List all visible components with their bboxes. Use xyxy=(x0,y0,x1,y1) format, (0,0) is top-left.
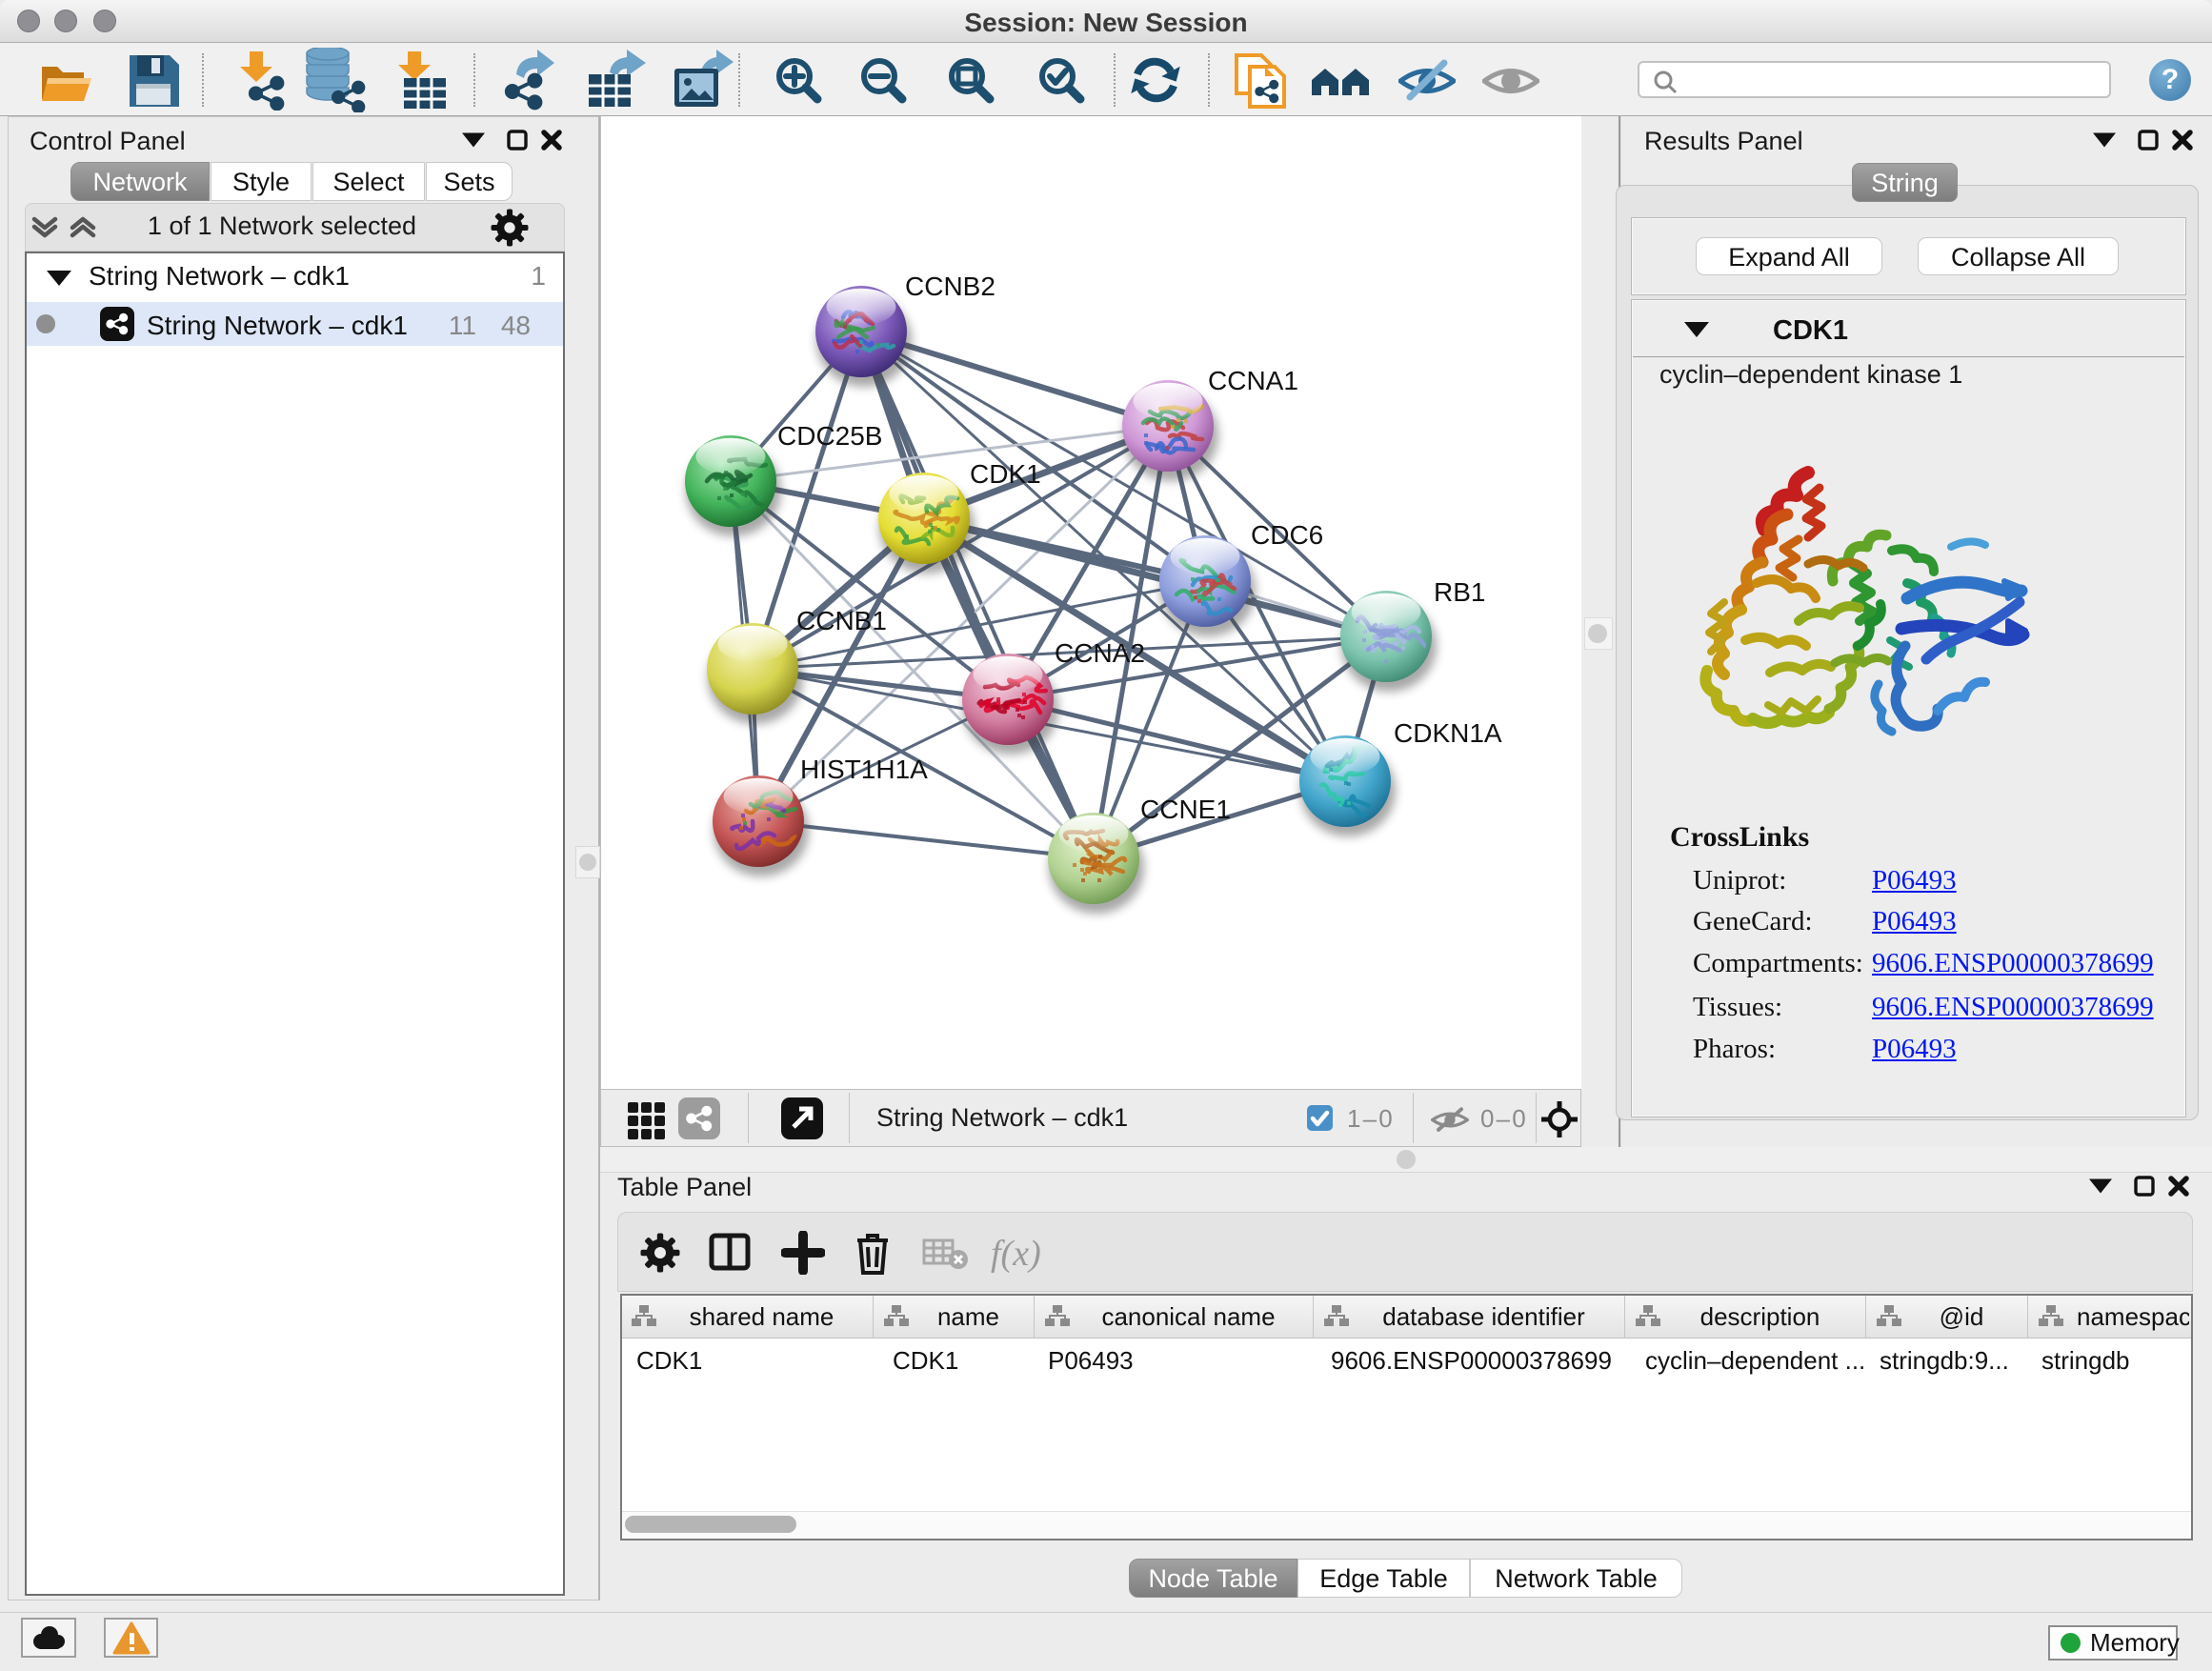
svg-text:CDC6: CDC6 xyxy=(1251,520,1323,550)
svg-text:HIST1H1A: HIST1H1A xyxy=(800,755,928,784)
svg-text:RB1: RB1 xyxy=(1434,577,1485,607)
svg-text:CCNA2: CCNA2 xyxy=(1055,638,1145,668)
svg-text:CCNA1: CCNA1 xyxy=(1208,366,1298,395)
svg-text:CCNB1: CCNB1 xyxy=(796,606,887,635)
svg-text:CDKN1A: CDKN1A xyxy=(1394,718,1502,748)
svg-text:CCNE1: CCNE1 xyxy=(1140,795,1231,824)
svg-text:CCNB2: CCNB2 xyxy=(905,272,995,301)
svg-text:CDC25B: CDC25B xyxy=(777,421,882,451)
svg-text:CDK1: CDK1 xyxy=(970,459,1041,489)
